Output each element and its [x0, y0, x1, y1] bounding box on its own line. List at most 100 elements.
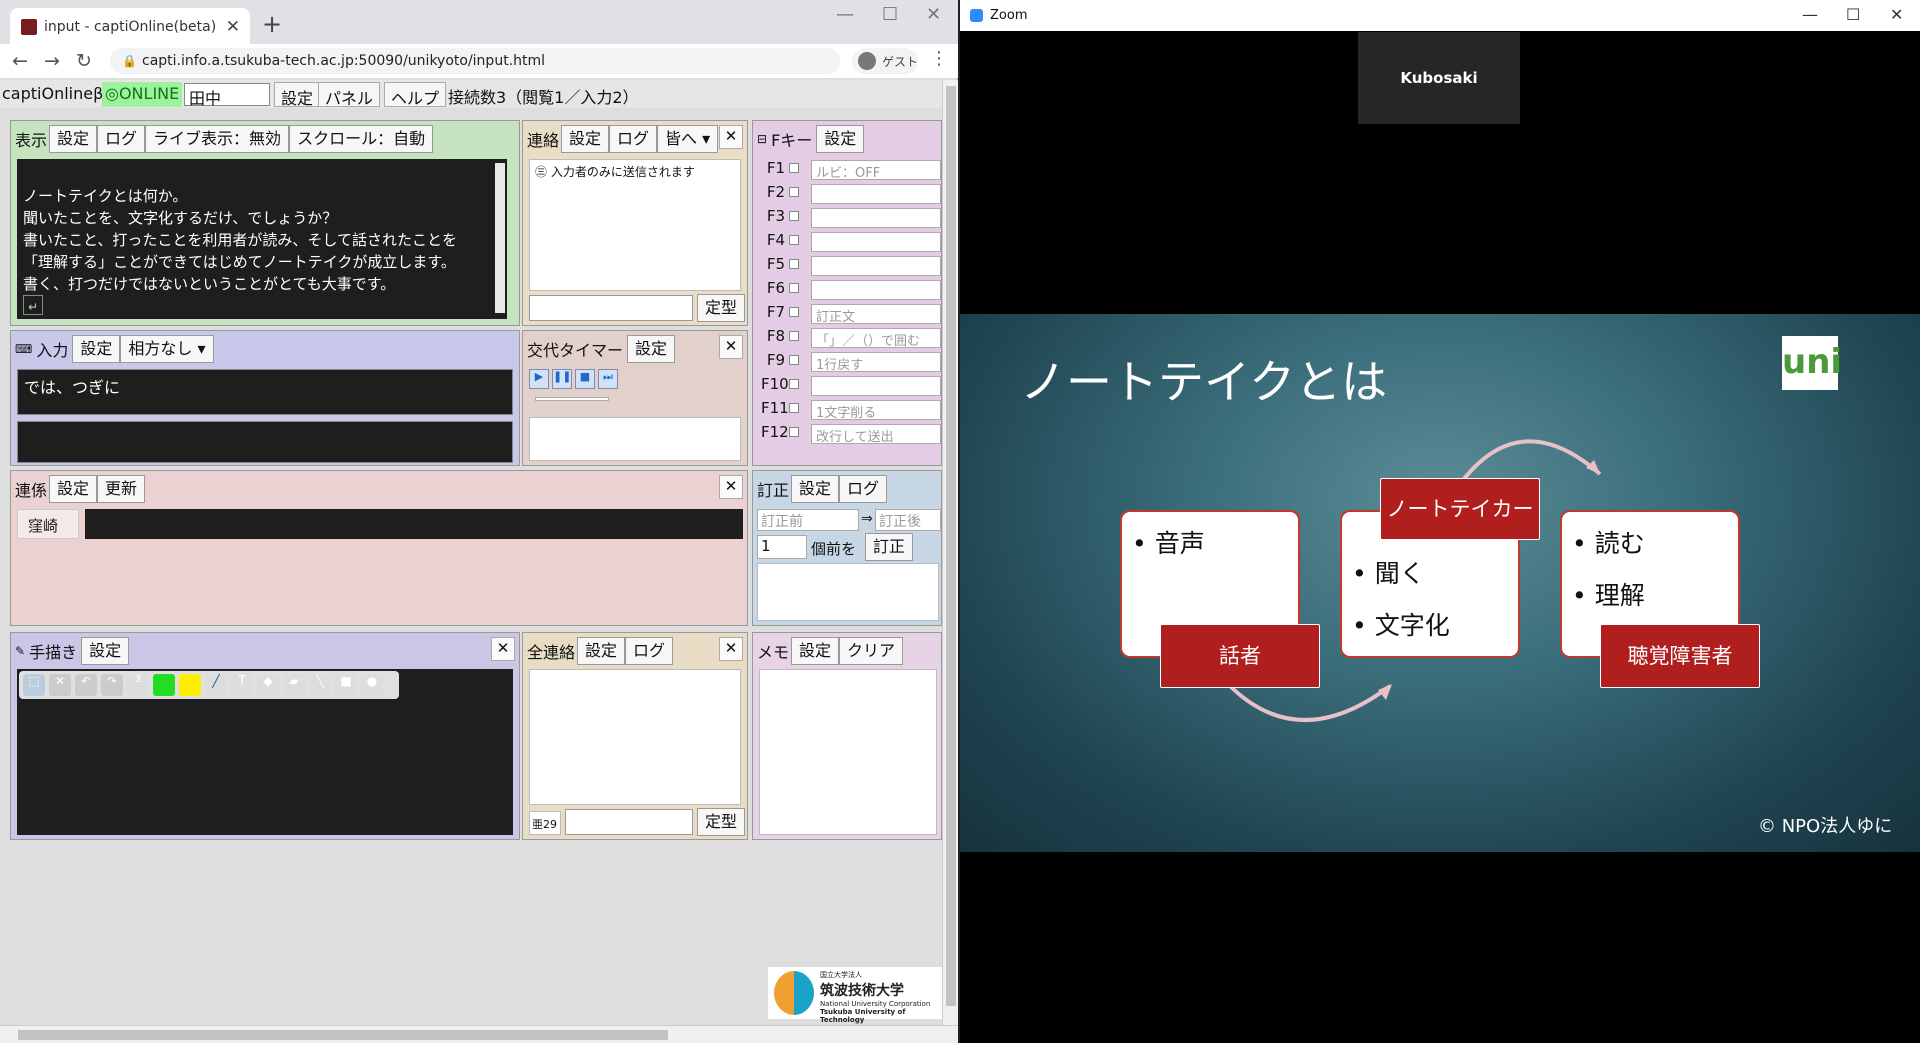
relay-close-button[interactable]: ✕ — [719, 475, 743, 499]
line-width-icon[interactable]: 3 — [127, 674, 149, 696]
collapse-icon[interactable]: ⊟ — [757, 132, 771, 146]
pause-icon[interactable]: ❚❚ — [552, 369, 572, 389]
relay-settings-button[interactable]: 設定 — [49, 475, 98, 503]
contact-template-button[interactable]: 定型 — [697, 294, 746, 322]
minimize-icon[interactable]: — — [836, 4, 854, 25]
line-tool-icon[interactable]: ╲ — [309, 674, 331, 696]
ellipse-tool-icon[interactable]: ● — [361, 674, 383, 696]
memo-textarea[interactable] — [759, 669, 937, 835]
all-contact-settings-button[interactable]: 設定 — [577, 637, 626, 665]
timer-settings-button[interactable]: 設定 — [627, 335, 676, 363]
memo-settings-button[interactable]: 設定 — [791, 637, 840, 665]
timer-close-button[interactable]: ✕ — [719, 335, 743, 359]
correction-settings-button[interactable]: 設定 — [791, 475, 840, 503]
drawing-close-button[interactable]: ✕ — [491, 637, 515, 661]
fkey-field[interactable] — [811, 280, 941, 300]
fkey-checkbox[interactable] — [789, 355, 799, 365]
fkey-field[interactable]: ルビ：OFF — [811, 160, 941, 181]
correction-before-input[interactable]: 訂正前 — [757, 509, 859, 531]
fkey-field[interactable] — [811, 256, 941, 276]
fkey-field[interactable]: 1行戻す — [811, 352, 941, 373]
drawing-settings-button[interactable]: 設定 — [81, 637, 130, 665]
input-textarea[interactable]: では、つぎに — [17, 369, 513, 415]
back-icon[interactable]: ← — [12, 50, 28, 72]
contact-close-button[interactable]: ✕ — [719, 125, 743, 149]
all-contact-template-button[interactable]: 定型 — [697, 808, 746, 836]
correction-apply-button[interactable]: 訂正 — [865, 533, 914, 561]
redo-icon[interactable]: ↷ — [101, 674, 123, 696]
fkey-field[interactable] — [811, 184, 941, 204]
play-icon[interactable]: ▶ — [529, 369, 549, 389]
relay-update-button[interactable]: 更新 — [97, 475, 146, 503]
all-contact-input[interactable] — [565, 809, 693, 835]
user-name-input[interactable]: 田中 — [184, 83, 270, 108]
text-tool-icon[interactable]: T — [231, 674, 253, 696]
menu-icon[interactable]: ⋮ — [930, 48, 948, 69]
maximize-icon[interactable]: ☐ — [882, 4, 898, 25]
fkey-checkbox[interactable] — [789, 211, 799, 221]
input-settings-button[interactable]: 設定 — [72, 335, 121, 363]
fill-tool-icon[interactable]: ◆ — [257, 674, 279, 696]
contact-settings-button[interactable]: 設定 — [561, 125, 610, 153]
fkey-checkbox[interactable] — [789, 259, 799, 269]
fkey-settings-button[interactable]: 設定 — [816, 125, 865, 153]
fkey-field[interactable]: 1文字削る — [811, 400, 941, 421]
contact-log-button[interactable]: ログ — [609, 125, 658, 153]
fkey-checkbox[interactable] — [789, 379, 799, 389]
contact-input[interactable] — [529, 295, 693, 321]
participant-video[interactable]: Kubosaki — [1358, 32, 1520, 124]
delete-tool-icon[interactable]: ✕ — [49, 674, 71, 696]
settings-button[interactable]: 設定 — [274, 82, 321, 108]
scroll-mode-button[interactable]: スクロール：自動 — [289, 125, 434, 153]
help-button[interactable]: ヘルプ — [384, 82, 447, 108]
undo-icon[interactable]: ↶ — [75, 674, 97, 696]
memo-clear-button[interactable]: クリア — [839, 637, 904, 665]
fkey-checkbox[interactable] — [789, 403, 799, 413]
rectangle-tool-icon[interactable]: ■ — [335, 674, 357, 696]
reload-icon[interactable]: ↻ — [76, 50, 92, 72]
fkey-field[interactable]: 「」／（）で囲む — [811, 328, 941, 349]
forward-icon[interactable]: → — [44, 50, 60, 72]
scroll-thumb[interactable] — [946, 86, 956, 1006]
correction-after-input[interactable]: 訂正後 — [875, 509, 941, 531]
fkey-checkbox[interactable] — [789, 331, 799, 341]
fkey-checkbox[interactable] — [789, 163, 799, 173]
fkey-checkbox[interactable] — [789, 307, 799, 317]
all-contact-log-button[interactable]: ログ — [625, 637, 674, 665]
fkey-checkbox[interactable] — [789, 427, 799, 437]
correction-count-input[interactable]: 1 — [757, 535, 807, 559]
minimize-icon[interactable]: — — [1802, 5, 1818, 24]
fkey-field[interactable]: 改行して送出 — [811, 424, 941, 445]
display-settings-button[interactable]: 設定 — [49, 125, 98, 153]
fkey-checkbox[interactable] — [789, 187, 799, 197]
close-tab-icon[interactable]: ✕ — [226, 17, 240, 37]
live-display-button[interactable]: ライブ表示：無効 — [145, 125, 290, 153]
skip-icon[interactable]: ⏭ — [598, 369, 618, 389]
yellow-color-swatch[interactable] — [179, 674, 201, 696]
select-tool-icon[interactable]: ⬚ — [23, 674, 45, 696]
page-scrollbar-horizontal[interactable] — [0, 1025, 958, 1043]
fkey-field[interactable]: 訂正文 — [811, 304, 941, 325]
display-scrollbar[interactable] — [495, 163, 505, 313]
close-window-icon[interactable]: ✕ — [1890, 5, 1903, 24]
fkey-field[interactable] — [811, 208, 941, 228]
new-tab-icon[interactable]: + — [262, 10, 282, 38]
green-color-swatch[interactable] — [153, 674, 175, 696]
close-window-icon[interactable]: ✕ — [926, 4, 941, 25]
correction-log-button[interactable]: ログ — [839, 475, 888, 503]
eraser-tool-icon[interactable]: ▰ — [283, 674, 305, 696]
scroll-thumb[interactable] — [18, 1030, 668, 1040]
drawing-canvas[interactable]: ⬚ ✕ ↶ ↷ 3 ╱ T ◆ ▰ ╲ ■ ● — [17, 669, 513, 835]
url-field[interactable]: 🔒 capti.info.a.tsukuba-tech.ac.jp:50090/… — [110, 48, 840, 74]
fkey-field[interactable] — [811, 232, 941, 252]
return-icon[interactable]: ↵ — [23, 295, 43, 315]
input-textarea-secondary[interactable] — [17, 421, 513, 463]
fkey-checkbox[interactable] — [789, 283, 799, 293]
fkey-field[interactable] — [811, 376, 941, 396]
page-scrollbar-vertical[interactable] — [942, 80, 958, 1025]
stop-icon[interactable]: ■ — [575, 369, 595, 389]
profile-button[interactable]: ゲスト — [852, 48, 918, 74]
maximize-icon[interactable]: ☐ — [1846, 5, 1860, 24]
display-log-button[interactable]: ログ — [97, 125, 146, 153]
pen-tool-icon[interactable]: ╱ — [205, 674, 227, 696]
